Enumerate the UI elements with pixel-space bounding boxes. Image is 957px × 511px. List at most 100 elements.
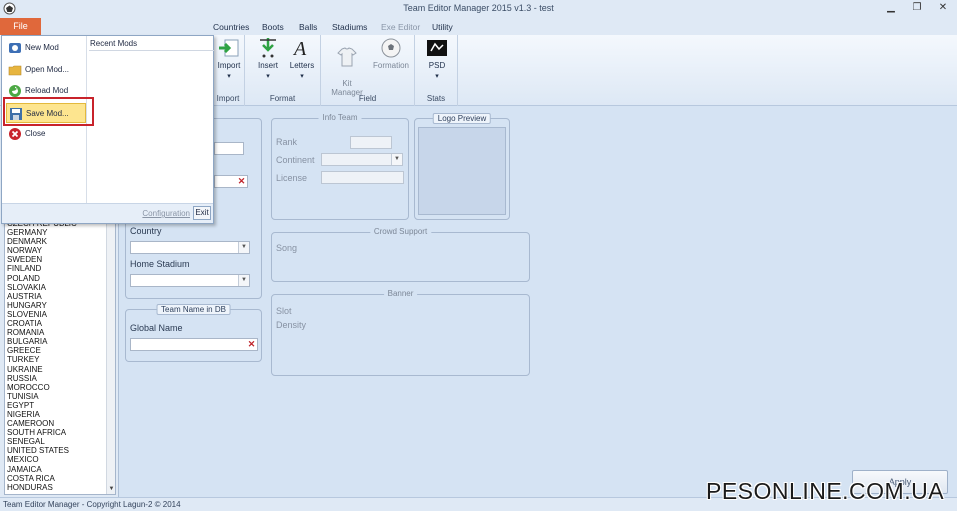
menu-exe-editor[interactable]: Exe Editor — [381, 22, 420, 32]
close-window-button[interactable]: ✕ — [936, 2, 950, 15]
stats-group-label: Stats — [426, 94, 446, 103]
chevron-down-icon[interactable]: ▼ — [391, 154, 402, 165]
clear-icon[interactable]: ✕ — [236, 176, 247, 187]
list-item[interactable]: GERMANY — [5, 228, 115, 237]
team-editor-panel: ✕ Country ▼ Home Stadium ▼ Team Name in … — [118, 106, 957, 497]
close-mod-label: Close — [25, 129, 46, 138]
chevron-down-icon[interactable]: ▼ — [238, 242, 249, 253]
letters-button[interactable]: A Letters ▾ — [287, 37, 317, 80]
menu-balls[interactable]: Balls — [299, 22, 317, 32]
letters-caret-icon[interactable]: ▾ — [287, 72, 317, 80]
team-field-top[interactable] — [214, 142, 244, 155]
global-name-input[interactable]: ✕ — [130, 338, 258, 351]
list-item[interactable]: CROATIA — [5, 319, 115, 328]
list-item[interactable]: GREECE — [5, 346, 115, 355]
psd-button[interactable]: PSD ▾ — [423, 37, 451, 80]
list-item[interactable]: DENMARK — [5, 237, 115, 246]
list-item[interactable]: ROMANIA — [5, 328, 115, 337]
license-input[interactable] — [321, 171, 404, 184]
team-name-db-title: Team Name in DB — [156, 304, 231, 315]
chevron-down-icon[interactable]: ▼ — [238, 275, 249, 286]
list-item[interactable]: POLAND — [5, 274, 115, 283]
list-item[interactable]: HUNGARY — [5, 301, 115, 310]
insert-caret-icon[interactable]: ▾ — [253, 72, 283, 80]
list-item[interactable]: FINLAND — [5, 264, 115, 273]
minimize-button[interactable]: ▁ — [884, 2, 898, 15]
import-caret-icon[interactable]: ▾ — [214, 72, 244, 80]
list-item[interactable]: SLOVAKIA — [5, 283, 115, 292]
recent-mods-title: Recent Mods — [90, 39, 138, 48]
list-item[interactable]: TURKEY — [5, 355, 115, 364]
exit-button[interactable]: Exit — [193, 206, 211, 220]
list-item[interactable]: AUSTRIA — [5, 292, 115, 301]
open-mod-label: Open Mod... — [25, 65, 70, 74]
list-item[interactable]: BULGARIA — [5, 337, 115, 346]
new-mod-label: New Mod — [25, 43, 59, 52]
psd-label: PSD — [428, 61, 446, 70]
info-team-group: Info Team Rank Continent ▼ License — [271, 113, 409, 220]
continent-select[interactable]: ▼ — [321, 153, 403, 166]
banner-group: Banner Slot Density — [271, 289, 530, 376]
format-group-label: Format — [269, 94, 296, 103]
psd-icon — [427, 40, 447, 56]
save-mod-highlight — [3, 97, 94, 126]
list-item[interactable]: SWEDEN — [5, 255, 115, 264]
country-select[interactable]: ▼ — [130, 241, 250, 254]
open-mod-item[interactable]: Open Mod... — [6, 60, 86, 80]
menu-stadiums[interactable]: Stadiums — [332, 22, 367, 32]
list-item[interactable]: MEXICO — [5, 455, 115, 464]
configuration-button[interactable]: Configuration — [142, 209, 190, 218]
list-item[interactable]: SOUTH AFRICA — [5, 428, 115, 437]
list-item[interactable]: RUSSIA — [5, 374, 115, 383]
list-item[interactable]: MOROCCO — [5, 383, 115, 392]
restore-button[interactable]: ❐ — [910, 2, 924, 15]
file-menu-tab[interactable]: File — [0, 18, 41, 35]
recent-mods-divider — [89, 50, 214, 51]
import-group-label: Import — [216, 94, 240, 103]
new-mod-item[interactable]: New Mod — [6, 38, 86, 58]
team-name-db-group: Team Name in DB Global Name ✕ — [125, 304, 262, 362]
import-icon — [219, 39, 239, 57]
list-item[interactable]: NIGERIA — [5, 410, 115, 419]
global-name-label: Global Name — [130, 323, 183, 333]
list-item[interactable]: UNITED STATES — [5, 446, 115, 455]
menu-countries[interactable]: Countries — [213, 22, 249, 32]
team-list-scrollbar[interactable]: ▼ — [106, 219, 115, 494]
letters-icon: A — [292, 38, 307, 59]
scroll-down-icon[interactable]: ▼ — [107, 486, 115, 492]
list-item[interactable]: COSTA RICA — [5, 474, 115, 483]
list-item[interactable]: SLOVENIA — [5, 310, 115, 319]
file-menu-footer: Configuration Exit — [2, 203, 213, 223]
logo-preview-group: Logo Preview — [414, 113, 510, 220]
menu-bar: File Countries Boots Balls Stadiums Exe … — [0, 18, 957, 35]
team-field-second[interactable]: ✕ — [214, 175, 248, 188]
psd-caret-icon[interactable]: ▾ — [423, 72, 451, 80]
list-item[interactable]: TUNISIA — [5, 392, 115, 401]
list-item[interactable]: UKRAINE — [5, 365, 115, 374]
clear-icon[interactable]: ✕ — [246, 339, 257, 350]
import-button[interactable]: Import ▾ — [214, 37, 244, 80]
kit-manager-button[interactable]: Kit Manager — [327, 37, 367, 97]
close-mod-item[interactable]: Close — [6, 124, 86, 144]
formation-button[interactable]: Formation — [371, 37, 411, 70]
info-team-title: Info Team — [318, 113, 362, 122]
home-stadium-select[interactable]: ▼ — [130, 274, 250, 287]
list-item[interactable]: HONDURAS — [5, 483, 115, 492]
list-item[interactable]: EGYPT — [5, 401, 115, 410]
insert-button[interactable]: Insert ▾ — [253, 37, 283, 80]
rank-input[interactable] — [350, 136, 392, 149]
insert-icon — [260, 38, 276, 58]
team-list[interactable]: CZECH REPUBLICGERMANYDENMARKNORWAYSWEDEN… — [4, 218, 116, 495]
rank-label: Rank — [276, 137, 298, 147]
list-item[interactable]: CAMEROON — [5, 419, 115, 428]
country-label: Country — [130, 226, 162, 236]
folder-icon — [8, 65, 22, 76]
list-item[interactable]: JAMAICA — [5, 465, 115, 474]
letters-label: Letters — [289, 61, 315, 70]
slot-label: Slot — [276, 306, 292, 316]
list-item[interactable]: NORWAY — [5, 246, 115, 255]
list-item[interactable]: SENEGAL — [5, 437, 115, 446]
menu-utility[interactable]: Utility — [432, 22, 453, 32]
menu-boots[interactable]: Boots — [262, 22, 284, 32]
reload-icon — [9, 85, 21, 97]
